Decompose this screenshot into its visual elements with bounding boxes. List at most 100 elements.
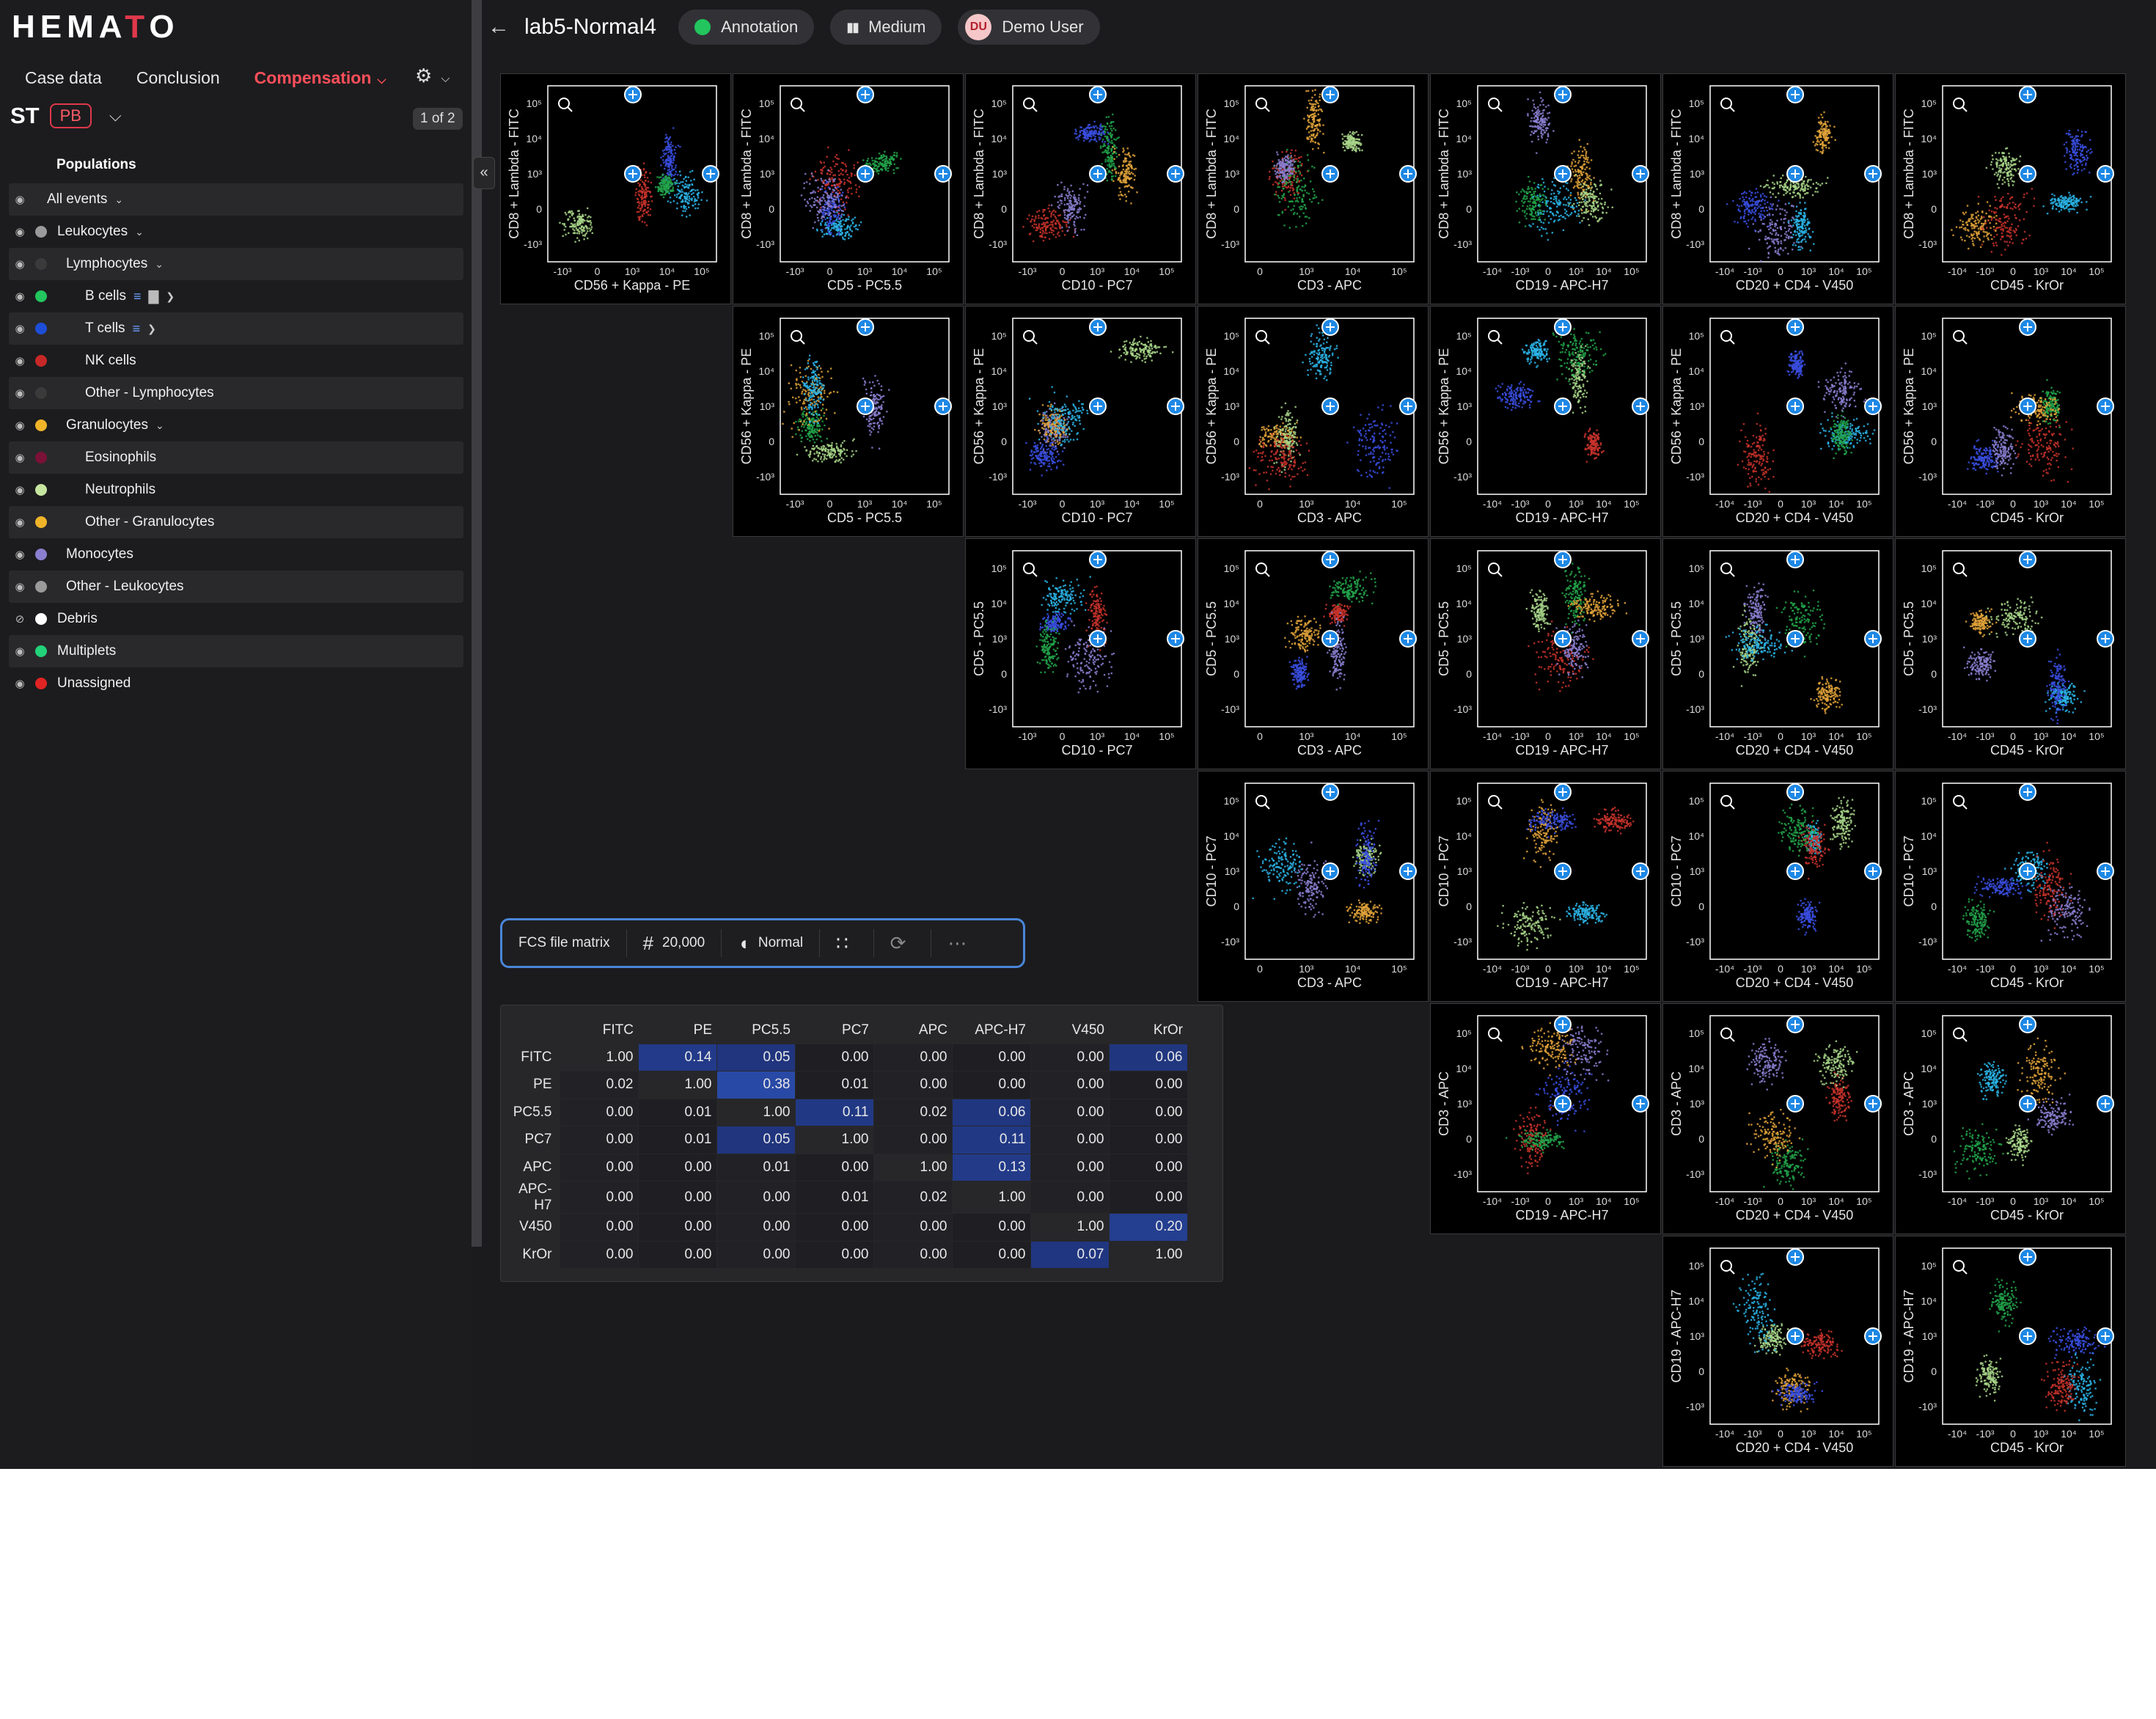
compensation-center-handle-icon[interactable] [1321, 862, 1339, 880]
compensation-center-handle-icon[interactable] [1786, 1095, 1804, 1113]
back-arrow-icon[interactable]: ← [488, 15, 510, 40]
matrix-cell[interactable]: 0.01 [794, 1071, 874, 1099]
compensation-center-handle-icon[interactable] [1786, 1327, 1804, 1345]
population-row[interactable]: ◉ B cells ≡ ▇ ❯ [9, 280, 463, 312]
compensation-right-handle-icon[interactable] [1864, 1095, 1882, 1113]
eye-icon[interactable]: ◉ [12, 548, 28, 561]
population-row[interactable]: ◉ T cells ≡ ❯ [9, 312, 463, 345]
matrix-cell[interactable]: 0.00 [559, 1181, 639, 1214]
population-row[interactable]: ◉ All events ⌄ [9, 183, 463, 216]
compensation-right-handle-icon[interactable] [1864, 630, 1882, 648]
matrix-cell[interactable]: 0.00 [873, 1126, 953, 1154]
scatter-plot[interactable]: 10⁵ 10⁴ 10³ 0 -10³ -10³ 0 10³ 10⁴ 10⁵ CD5 - PC5.5 C… [733, 306, 964, 537]
layers-icon[interactable]: ≡ [133, 321, 141, 337]
compensation-top-handle-icon[interactable] [1554, 551, 1572, 568]
matrix-cell[interactable]: 0.00 [559, 1213, 639, 1242]
compensation-top-handle-icon[interactable] [1786, 318, 1804, 336]
eye-icon[interactable]: ◉ [12, 516, 28, 529]
grid-layout-button[interactable]: ⋯ [931, 929, 991, 957]
eye-icon[interactable]: ◉ [12, 322, 28, 335]
compensation-center-handle-icon[interactable] [1786, 397, 1804, 415]
compensation-top-handle-icon[interactable] [1089, 318, 1107, 336]
matrix-cell[interactable]: 0.01 [637, 1126, 717, 1154]
matrix-cell[interactable]: 0.01 [716, 1153, 796, 1181]
matrix-cell[interactable]: 0.01 [794, 1181, 874, 1214]
user-chip[interactable]: DU Demo User [958, 10, 1100, 45]
matrix-cell[interactable]: 0.00 [794, 1213, 874, 1242]
chevron-down-icon[interactable]: ⌄ [135, 226, 144, 238]
matrix-cell[interactable]: 0.00 [1030, 1098, 1110, 1126]
matrix-cell[interactable]: 0.00 [794, 1043, 874, 1071]
compensation-right-handle-icon[interactable] [2097, 630, 2114, 648]
compensation-top-handle-icon[interactable] [2019, 318, 2036, 336]
population-row[interactable]: ◉ Multiplets [9, 635, 463, 667]
eye-icon[interactable]: ◉ [12, 580, 28, 593]
matrix-cell[interactable]: 0.00 [637, 1240, 717, 1269]
matrix-cell[interactable]: 0.00 [1030, 1126, 1110, 1154]
matrix-cell[interactable]: 0.06 [951, 1098, 1031, 1126]
compensation-right-handle-icon[interactable] [1864, 397, 1882, 415]
matrix-cell[interactable]: 0.00 [716, 1240, 796, 1269]
compensation-right-handle-icon[interactable] [2097, 1327, 2114, 1345]
tab-case-data[interactable]: Case data [25, 63, 102, 95]
matrix-cell[interactable]: 0.00 [794, 1240, 874, 1269]
compensation-top-handle-icon[interactable] [1089, 86, 1107, 103]
matrix-cell[interactable]: 0.00 [716, 1213, 796, 1242]
compensation-right-handle-icon[interactable] [1864, 165, 1882, 183]
compensation-right-handle-icon[interactable] [1632, 862, 1649, 880]
compensation-top-handle-icon[interactable] [2019, 551, 2036, 568]
matrix-cell[interactable]: 0.07 [1030, 1240, 1110, 1269]
eye-off-icon[interactable]: ⊘ [12, 612, 28, 626]
scatter-plot[interactable]: 10⁵ 10⁴ 10³ 0 -10³ 0 10³ 10⁴ 10⁵ CD3 - APC CD8 + L… [1198, 73, 1429, 304]
scatter-plot[interactable]: 10⁵ 10⁴ 10³ 0 -10³ -10⁴ -10³ 0 10³ 10⁴ 10⁵ CD19 - A… [1430, 771, 1661, 1002]
compensation-top-handle-icon[interactable] [2019, 783, 2036, 801]
chevron-right-icon[interactable]: ❯ [147, 323, 156, 335]
compensation-center-handle-icon[interactable] [1089, 165, 1107, 183]
compensation-right-handle-icon[interactable] [934, 165, 952, 183]
scatter-plot[interactable]: 10⁵ 10⁴ 10³ 0 -10³ 0 10³ 10⁴ 10⁵ CD3 - APC CD56 + … [1198, 306, 1429, 537]
compensation-right-handle-icon[interactable] [2097, 1095, 2114, 1113]
matrix-cell[interactable]: 0.11 [794, 1098, 874, 1126]
compensation-center-handle-icon[interactable] [2019, 1095, 2036, 1113]
matrix-cell[interactable]: 0.00 [951, 1240, 1031, 1269]
matrix-cell[interactable]: 0.00 [1108, 1098, 1188, 1126]
scatter-plot[interactable]: 10⁵ 10⁴ 10³ 0 -10³ -10⁴ -10³ 0 10³ 10⁴ 10⁵ CD19 - A… [1430, 73, 1661, 304]
eye-icon[interactable]: ◉ [12, 645, 28, 658]
tab-compensation[interactable]: Compensation ⌵ [254, 63, 386, 95]
matrix-cell[interactable]: 0.00 [873, 1071, 953, 1099]
matrix-cell[interactable]: 0.00 [559, 1240, 639, 1269]
eye-icon[interactable]: ◉ [12, 354, 28, 367]
matrix-cell[interactable]: 0.11 [951, 1126, 1031, 1154]
compensation-top-handle-icon[interactable] [1554, 1016, 1572, 1033]
eye-icon[interactable]: ◉ [12, 677, 28, 690]
compensation-center-handle-icon[interactable] [2019, 1327, 2036, 1345]
status-chip[interactable]: Annotation [678, 10, 815, 45]
matrix-cell[interactable]: 0.00 [1108, 1071, 1188, 1099]
chevron-down-icon[interactable]: ⌄ [155, 419, 164, 432]
matrix-cell[interactable]: 0.14 [637, 1043, 717, 1071]
scatter-plot[interactable]: 10⁵ 10⁴ 10³ 0 -10³ -10⁴ -10³ 0 10³ 10⁴ 10⁵ CD45 - K… [1895, 73, 2126, 304]
compensation-right-handle-icon[interactable] [2097, 165, 2114, 183]
tube-dropdown-icon[interactable]: ⌵ [109, 106, 122, 125]
scatter-plot[interactable]: 10⁵ 10⁴ 10³ 0 -10³ -10⁴ -10³ 0 10³ 10⁴ 10⁵ CD19 - A… [1430, 1003, 1661, 1234]
compensation-right-handle-icon[interactable] [1632, 630, 1649, 648]
compensation-top-handle-icon[interactable] [1554, 783, 1572, 801]
compensation-right-handle-icon[interactable] [1864, 862, 1882, 880]
matrix-cell[interactable]: 0.38 [716, 1071, 796, 1099]
population-row[interactable]: ⊘ Debris [9, 603, 463, 635]
matrix-cell[interactable]: 0.05 [716, 1126, 796, 1154]
layers-icon[interactable]: ≡ [133, 289, 142, 304]
scatter-plot[interactable]: 10⁵ 10⁴ 10³ 0 -10³ -10⁴ -10³ 0 10³ 10⁴ 10⁵ CD20 + C… [1662, 306, 1893, 537]
scatter-plot[interactable]: 10⁵ 10⁴ 10³ 0 -10³ -10⁴ -10³ 0 10³ 10⁴ 10⁵ CD20 + C… [1662, 73, 1893, 304]
population-row[interactable]: ◉ Other - Leukocytes [9, 571, 463, 603]
scatter-plot[interactable]: 10⁵ 10⁴ 10³ 0 -10³ -10⁴ -10³ 0 10³ 10⁴ 10⁵ CD45 - K… [1895, 1003, 2126, 1234]
matrix-cell[interactable]: 0.00 [873, 1043, 953, 1071]
scatter-plot[interactable]: 10⁵ 10⁴ 10³ 0 -10³ -10⁴ -10³ 0 10³ 10⁴ 10⁵ CD20 + C… [1662, 538, 1893, 769]
scatter-plot[interactable]: 10⁵ 10⁴ 10³ 0 -10³ -10⁴ -10³ 0 10³ 10⁴ 10⁵ CD45 - K… [1895, 538, 2126, 769]
tube-badge[interactable]: PB [49, 103, 92, 128]
population-row[interactable]: ◉ Leukocytes ⌄ [9, 216, 463, 248]
compensation-center-handle-icon[interactable] [2019, 630, 2036, 648]
histogram-icon[interactable]: ▇ [148, 289, 158, 304]
matrix-cell[interactable]: 0.00 [559, 1153, 639, 1181]
priority-chip[interactable]: ▮▮ Medium [830, 10, 942, 45]
